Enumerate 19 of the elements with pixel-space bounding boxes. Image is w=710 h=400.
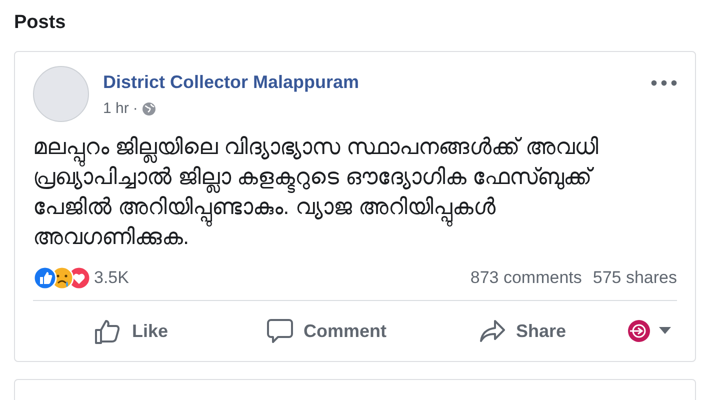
like-button[interactable]: Like <box>33 309 229 353</box>
author-name-link[interactable]: District Collector Malappuram <box>103 72 637 93</box>
shares-count-link[interactable]: 575 shares <box>592 268 677 288</box>
reaction-count[interactable]: 3.5K <box>94 268 129 288</box>
post-time[interactable]: 1 hr <box>103 100 129 117</box>
share-button[interactable]: Share <box>425 309 621 353</box>
share-arrow-icon <box>480 319 506 343</box>
more-options-icon[interactable] <box>651 80 677 86</box>
section-heading: Posts <box>14 12 67 34</box>
comment-button[interactable]: Comment <box>229 309 425 353</box>
globe-icon[interactable] <box>142 102 156 116</box>
page-avatar-icon <box>627 319 651 343</box>
comments-count-link[interactable]: 873 comments <box>470 268 582 288</box>
caret-icon <box>659 327 671 335</box>
speech-bubble-icon <box>267 318 294 344</box>
thumbs-up-icon <box>94 317 122 345</box>
reactions-icon[interactable] <box>33 266 91 290</box>
post-text: മലപ്പുറം ജില്ലയിലെ വിദ്യാഭ്യാസ സ്ഥാപനങ്ങൾക്ക് അവധി പ്രഖ്യാപിച്ചാൽ ജില്ലാ കളക്ടറുടെ ഔദ്യോഗിക ഫേസ്ബുക്ക് പേജിൽ അറിയിപ്പുണ്ടാകും. വ്യാജ അറിയിപ്പുകൾ അവഗണിക്കുക. <box>33 133 600 251</box>
separator-dot: · <box>132 100 138 117</box>
